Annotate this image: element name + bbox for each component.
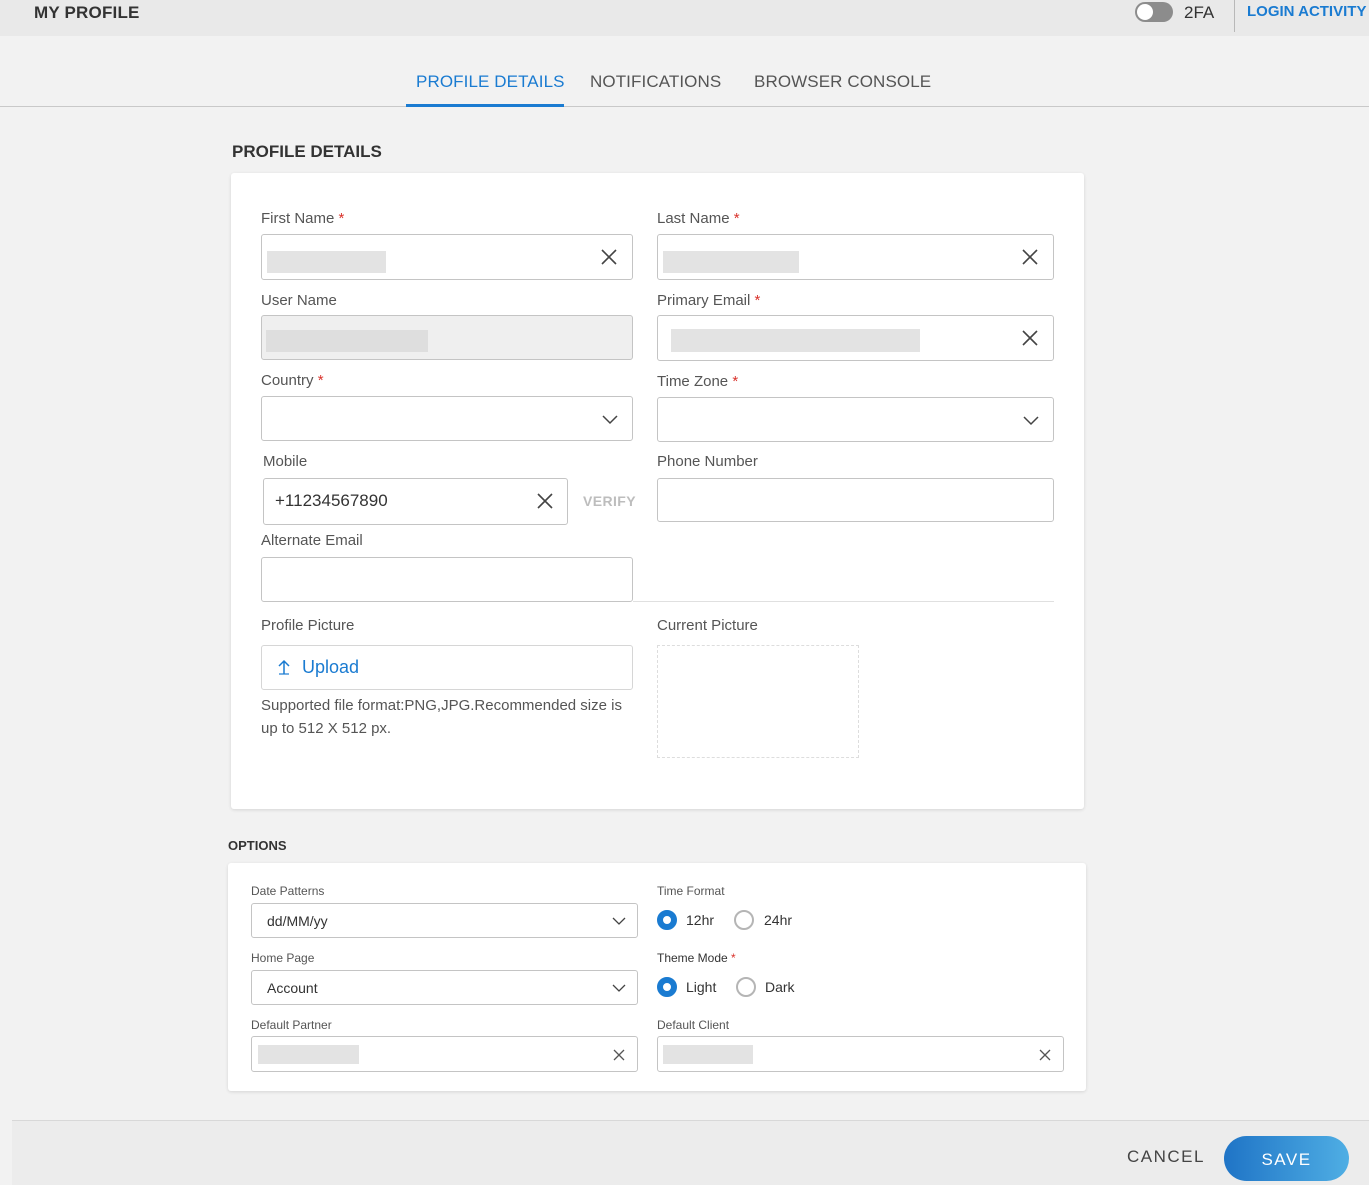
required-marker: * <box>731 951 736 965</box>
theme-light-radio[interactable] <box>657 977 677 997</box>
theme-light-label[interactable]: Light <box>686 979 716 995</box>
user-name-label: User Name <box>261 292 337 309</box>
tab-profile-details[interactable]: PROFILE DETAILS <box>416 72 565 92</box>
mobile-label: Mobile <box>263 453 308 470</box>
home-page-select[interactable]: Account <box>251 970 638 1005</box>
time-zone-label: Time Zone * <box>657 373 738 390</box>
current-picture-label: Current Picture <box>657 617 758 634</box>
user-name-input <box>261 315 633 360</box>
first-name-label: First Name * <box>261 210 344 227</box>
clear-icon[interactable] <box>600 248 618 266</box>
upload-button[interactable]: Upload <box>261 645 633 690</box>
redacted-value <box>671 329 920 352</box>
theme-dark-radio[interactable] <box>736 977 756 997</box>
required-marker: * <box>732 373 739 390</box>
first-name-label-text: First Name <box>261 210 335 227</box>
time-format-24hr-label[interactable]: 24hr <box>764 912 792 928</box>
phone-number-label: Phone Number <box>657 453 758 470</box>
time-format-24hr-radio[interactable] <box>734 910 754 930</box>
required-marker: * <box>733 210 740 227</box>
alternate-email-label: Alternate Email <box>261 532 363 549</box>
redacted-value <box>663 251 799 273</box>
redacted-value <box>266 330 428 352</box>
save-button[interactable]: SAVE <box>1224 1136 1349 1181</box>
options-heading: OPTIONS <box>228 838 287 853</box>
primary-email-input[interactable] <box>657 315 1054 361</box>
upload-label: Upload <box>302 657 360 677</box>
twofa-toggle[interactable] <box>1135 2 1173 22</box>
country-label: Country * <box>261 372 324 389</box>
mobile-input[interactable]: +11234567890 <box>263 478 568 525</box>
clear-icon[interactable] <box>1021 248 1039 266</box>
primary-email-label: Primary Email * <box>657 292 760 309</box>
country-label-text: Country <box>261 372 314 389</box>
clear-icon[interactable] <box>536 492 554 510</box>
first-name-input[interactable] <box>261 234 633 280</box>
tab-notifications[interactable]: NOTIFICATIONS <box>590 72 721 92</box>
required-marker: * <box>317 372 324 389</box>
default-partner-label: Default Partner <box>251 1018 332 1032</box>
redacted-value <box>267 251 386 273</box>
chevron-down-icon <box>602 415 618 425</box>
date-patterns-select[interactable]: dd/MM/yy <box>251 903 638 938</box>
chevron-down-icon <box>612 984 626 994</box>
upload-arrow-icon <box>278 659 290 675</box>
page-title: MY PROFILE <box>34 3 140 22</box>
last-name-input[interactable] <box>657 234 1054 280</box>
home-page-value: Account <box>267 980 318 996</box>
twofa-label: 2FA <box>1184 3 1215 22</box>
default-client-label: Default Client <box>657 1018 730 1032</box>
time-zone-select[interactable] <box>657 397 1054 442</box>
home-page-label: Home Page <box>251 951 315 965</box>
required-marker: * <box>754 292 761 309</box>
last-name-label: Last Name * <box>657 210 740 227</box>
header-divider <box>1234 0 1235 32</box>
verify-button[interactable]: VERIFY <box>583 493 636 509</box>
chevron-down-icon <box>1023 416 1039 426</box>
theme-mode-label-text: Theme Mode <box>657 951 728 965</box>
tab-browser-console[interactable]: BROWSER CONSOLE <box>754 72 931 92</box>
chevron-down-icon <box>612 917 626 927</box>
redacted-value <box>663 1045 753 1064</box>
country-select[interactable] <box>261 396 633 441</box>
active-tab-indicator <box>406 104 564 107</box>
current-picture-preview <box>657 645 859 758</box>
time-format-12hr-label[interactable]: 12hr <box>686 912 714 928</box>
theme-dark-label[interactable]: Dark <box>765 979 795 995</box>
time-zone-label-text: Time Zone <box>657 373 729 390</box>
clear-icon[interactable] <box>1039 1049 1051 1061</box>
login-activity-link[interactable]: LOGIN ACTIVITY <box>1247 3 1366 20</box>
top-bar: MY PROFILE 2FA LOGIN ACTIVITY <box>0 0 1369 36</box>
default-partner-input[interactable] <box>251 1036 638 1072</box>
profile-details-heading: PROFILE DETAILS <box>232 142 382 161</box>
toggle-knob <box>1137 4 1153 20</box>
date-patterns-value: dd/MM/yy <box>267 913 328 929</box>
clear-icon[interactable] <box>1021 329 1039 347</box>
alternate-email-input[interactable] <box>261 557 633 602</box>
theme-mode-label: Theme Mode * <box>657 951 736 965</box>
tab-bar: PROFILE DETAILS NOTIFICATIONS BROWSER CO… <box>0 36 1369 107</box>
cancel-button[interactable]: CANCEL <box>1127 1147 1205 1167</box>
time-format-label: Time Format <box>657 884 725 898</box>
phone-number-input[interactable] <box>657 478 1054 522</box>
profile-picture-label: Profile Picture <box>261 617 355 634</box>
mobile-value: +11234567890 <box>275 491 388 510</box>
redacted-value <box>258 1045 359 1064</box>
primary-email-label-text: Primary Email <box>657 292 751 309</box>
clear-icon[interactable] <box>613 1049 625 1061</box>
required-marker: * <box>338 210 345 227</box>
last-name-label-text: Last Name <box>657 210 730 227</box>
section-divider <box>633 601 1054 602</box>
date-patterns-label: Date Patterns <box>251 884 325 898</box>
default-client-input[interactable] <box>657 1036 1064 1072</box>
time-format-12hr-radio[interactable] <box>657 910 677 930</box>
upload-help-text: Supported file format:PNG,JPG.Recommende… <box>261 697 622 737</box>
